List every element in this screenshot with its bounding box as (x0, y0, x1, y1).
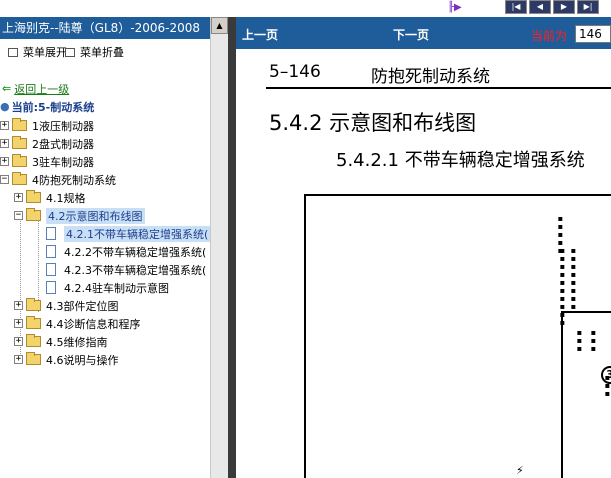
scroll-up-icon[interactable]: ▲ (211, 17, 228, 34)
folder-icon (12, 154, 27, 167)
page-number-input[interactable] (575, 25, 611, 43)
next-icon[interactable]: ▶ (553, 0, 575, 14)
expand-label: 菜单展开 (23, 46, 67, 59)
collapse-menu-button[interactable]: 菜单折叠 (65, 44, 124, 60)
tree-item-label: 4.1规格 (46, 191, 86, 205)
expand-icon[interactable]: + (0, 157, 9, 166)
diagram-label-icon: ▪▪▪▪▪▪▪▪ (569, 246, 578, 310)
collapse-icon (65, 47, 75, 57)
tree-item-label: 4.3部件定位图 (46, 299, 119, 313)
folder-icon (26, 190, 41, 203)
diagram-component-box: ▪▪▪ ▪▪▪ ▪▪▪ (561, 311, 611, 478)
media-controls: |◀ ◀ ▶ ▶| (505, 0, 599, 14)
tree-item-label: 4.2示意图和布线图 (46, 207, 145, 224)
folder-icon (12, 118, 27, 131)
folder-icon (26, 298, 41, 311)
back-link[interactable]: ⇐ 返回上一级 (2, 80, 69, 97)
page-number: 5–146 (269, 62, 321, 82)
tree-item-4-2-4[interactable]: 4.2.4驻车制动示意图 (46, 279, 169, 296)
expand-icon[interactable]: + (14, 193, 23, 202)
document-icon (46, 263, 56, 276)
tree-item-4-2-2[interactable]: 4.2.2不带车辆稳定增强系统( (46, 243, 206, 260)
tree-item-3[interactable]: + 3驻车制动器 (0, 153, 94, 170)
tree-item-4-2-1[interactable]: 4.2.1不带车辆稳定增强系统( (46, 225, 211, 242)
header-rule (266, 87, 611, 89)
wiring-diagram: ▪▪▪▪▪ ▪▪▪▪▪▪▪▪▪▪ ▪▪▪▪▪▪▪▪ ▪▪▪ ▪▪▪ ▪▪▪ 3 … (304, 194, 611, 478)
next-page-button[interactable]: 下一页 (393, 26, 429, 43)
tree-item-label: 3驻车制动器 (32, 155, 94, 169)
folder-open-icon (12, 172, 27, 185)
folder-icon (26, 352, 41, 365)
menu-row: 菜单展开 菜单折叠 (0, 44, 210, 60)
tree-item-label: 4.2.1不带车辆稳定增强系统( (64, 225, 211, 242)
collapse-label: 菜单折叠 (80, 46, 124, 59)
first-page-icon[interactable]: |◀ (505, 0, 527, 14)
diagram-label-icon: ▪▪▪ (575, 328, 584, 352)
last-page-icon[interactable]: ▶| (577, 0, 599, 14)
collapse-icon[interactable]: − (14, 211, 23, 220)
folder-icon (26, 334, 41, 347)
expand-icon[interactable]: + (14, 337, 23, 346)
current-node: ● 当前:5-制动系统 (0, 98, 94, 115)
expand-icon[interactable]: + (14, 319, 23, 328)
tree-item-label: 4防抱死制动系统 (32, 173, 116, 187)
expand-icon[interactable]: + (14, 301, 23, 310)
tree-item-label: 1液压制动器 (32, 119, 94, 133)
tree-item-4-5[interactable]: + 4.5维修指南 (14, 333, 108, 350)
prev-icon[interactable]: ◀ (529, 0, 551, 14)
tree-item-label: 4.4诊断信息和程序 (46, 317, 141, 331)
diagram-label-icon: ▪▪▪▪▪▪▪▪▪▪ (558, 246, 567, 326)
tree-item-4-2-3[interactable]: 4.2.3不带车辆稳定增强系统( (46, 261, 206, 278)
section-title: 5.4.2 示意图和布线图 (269, 111, 477, 135)
tree-item-4-1[interactable]: + 4.1规格 (14, 189, 86, 206)
document-icon (46, 281, 56, 294)
tree-scrollbar[interactable]: ▲ (210, 17, 228, 478)
tree-item-label: 4.5维修指南 (46, 335, 108, 349)
folder-icon (12, 136, 27, 149)
tree-item-4-3[interactable]: + 4.3部件定位图 (14, 297, 119, 314)
collapse-icon[interactable]: − (0, 175, 9, 184)
tree-item-4-2[interactable]: − 4.2示意图和布线图 (14, 207, 145, 224)
panel-divider[interactable] (228, 17, 236, 478)
current-page-label: 当前为 (531, 29, 568, 43)
tree-item-4[interactable]: − 4防抱死制动系统 (0, 171, 116, 188)
tree-item-label: 4.6说明与操作 (46, 353, 119, 367)
subsection-title: 5.4.2.1 不带车辆稳定增强系统 (336, 150, 585, 171)
tree-item-1[interactable]: + 1液压制动器 (0, 117, 94, 134)
back-arrow-icon: ⇐ (2, 82, 12, 95)
tree-item-4-4[interactable]: + 4.4诊断信息和程序 (14, 315, 141, 332)
left-panel: 上海别克--陆尊（GL8）-2006-2008 菜单展开 菜单折叠 ⇐ 返回上一… (0, 0, 228, 478)
expand-icon[interactable]: + (0, 139, 9, 148)
document-viewer: 5–146 防抱死制动系统 5.4.2 示意图和布线图 5.4.2.1 不带车辆… (236, 49, 611, 478)
ground-symbol-icon: ⚡ (516, 464, 524, 477)
tree-item-4-6[interactable]: + 4.6说明与操作 (14, 351, 119, 368)
tree-item-label: 2盘式制动器 (32, 137, 94, 151)
document-icon (46, 227, 56, 240)
pin-icon: ● (0, 100, 10, 113)
tree-item-label: 4.2.3不带车辆稳定增强系统( (64, 263, 207, 277)
current-label: 当前:5-制动系统 (11, 100, 95, 114)
folder-open-icon (26, 208, 41, 221)
window-title: 上海别克--陆尊（GL8）-2006-2008 (0, 17, 212, 39)
expand-icon (8, 47, 18, 57)
folder-icon (26, 316, 41, 329)
purple-marker-icon: ╟▶ (448, 2, 462, 13)
back-label: 返回上一级 (14, 82, 70, 96)
expand-icon[interactable]: + (0, 121, 9, 130)
expand-icon[interactable]: + (14, 355, 23, 364)
page-header-title: 防抱死制动系统 (371, 67, 490, 87)
page-nav-bar: 上一页 下一页 当前为 (236, 17, 611, 49)
expand-menu-button[interactable]: 菜单展开 (8, 44, 67, 60)
tree-item-2[interactable]: + 2盘式制动器 (0, 135, 94, 152)
tree-item-label: 4.2.4驻车制动示意图 (64, 281, 169, 295)
document-icon (46, 245, 56, 258)
tree-item-label: 4.2.2不带车辆稳定增强系统( (64, 245, 207, 259)
prev-page-button[interactable]: 上一页 (242, 26, 278, 43)
diagram-label-icon: ▪▪▪ (589, 328, 598, 352)
